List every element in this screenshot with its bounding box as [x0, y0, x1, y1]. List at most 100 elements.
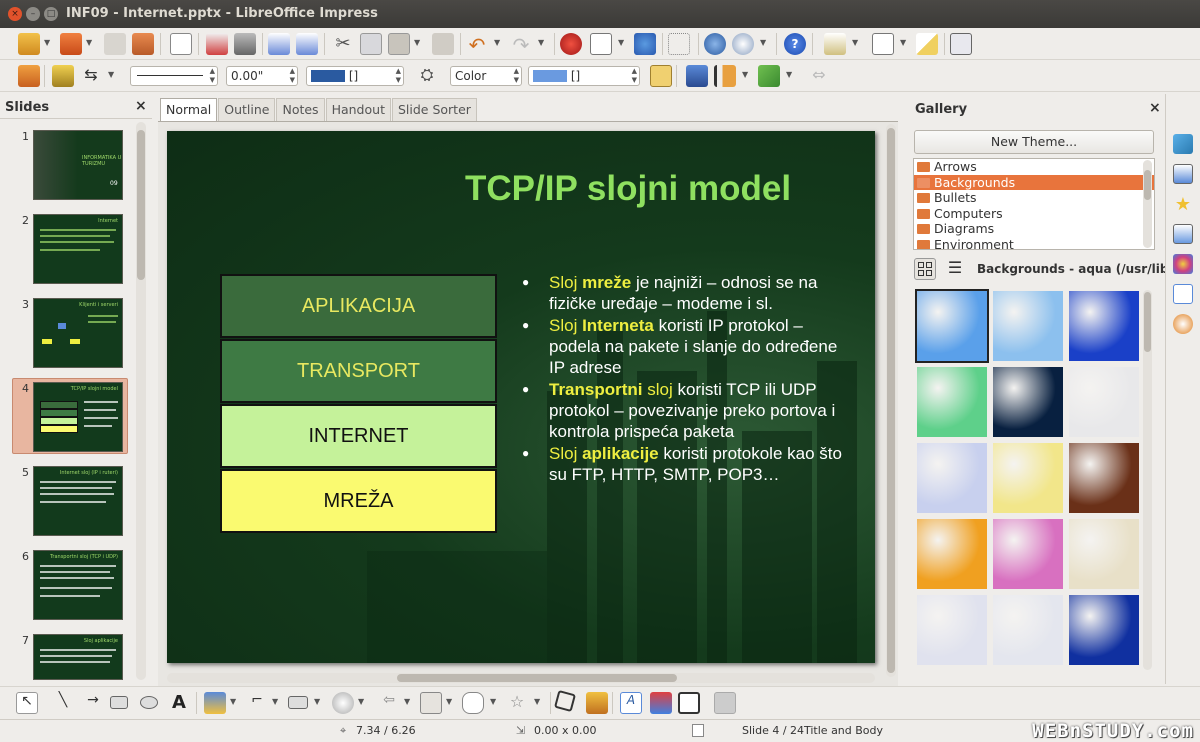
undo-icon[interactable]: ↶ — [466, 33, 488, 57]
line-width-field[interactable]: 0.00" ▲ ▼ — [226, 66, 298, 86]
layer-network[interactable]: MREŽA — [220, 469, 497, 533]
table-icon[interactable] — [590, 33, 612, 55]
theme-item-environment[interactable]: Environment — [914, 237, 1154, 249]
new-document-icon[interactable] — [18, 33, 40, 55]
slide-canvas[interactable]: TCP/IP slojni model APLIKACIJA TRANSPORT… — [167, 131, 875, 663]
theme-item-backgrounds[interactable]: Backgrounds — [914, 174, 1154, 190]
background-swatch[interactable] — [917, 367, 987, 437]
slides-panel-close-button[interactable]: × — [135, 98, 147, 114]
slide-layout-icon[interactable] — [872, 33, 894, 55]
export-icon[interactable] — [132, 33, 154, 55]
navigator-compass-icon[interactable] — [1173, 314, 1193, 334]
rectangle-icon[interactable] — [110, 696, 128, 709]
editor-vertical-scrollbar[interactable] — [886, 124, 896, 677]
slide-icon[interactable] — [824, 33, 846, 55]
spellcheck-icon[interactable] — [268, 33, 290, 55]
theme-list-scrollbar[interactable] — [1143, 160, 1152, 248]
glue-points-icon[interactable] — [586, 692, 608, 714]
master-slides-icon[interactable] — [1173, 164, 1193, 184]
chart-icon[interactable] — [560, 33, 582, 55]
line-color-select[interactable]: [] ▲ ▼ — [306, 66, 404, 86]
shadow-icon[interactable] — [650, 65, 672, 87]
slide-transition-icon[interactable] — [1173, 224, 1193, 244]
symbol-shapes-icon[interactable] — [332, 692, 354, 714]
editor-hscroll-thumb[interactable] — [397, 674, 677, 682]
zoom-icon[interactable] — [732, 33, 754, 55]
extrusion-icon[interactable] — [678, 692, 700, 714]
slide-body-text[interactable]: Sloj mreže je najniži – odnosi se na fiz… — [522, 272, 857, 486]
callouts-icon[interactable] — [462, 692, 484, 714]
background-swatch[interactable] — [1069, 595, 1139, 665]
layer-transport[interactable]: TRANSPORT — [220, 339, 497, 403]
help-icon[interactable]: ? — [784, 33, 806, 55]
open-folder-icon[interactable] — [60, 33, 82, 55]
tab-slide-sorter[interactable]: Slide Sorter — [391, 98, 477, 122]
theme-list[interactable]: Arrows Backgrounds Bullets Computers Dia… — [913, 158, 1155, 250]
slides-scrollbar[interactable] — [136, 122, 146, 680]
rotate-icon[interactable] — [686, 65, 708, 87]
copy-icon[interactable] — [360, 33, 382, 55]
slide-thumbnail-4[interactable]: TCP/IP slojni model — [33, 382, 123, 452]
print-icon[interactable] — [234, 33, 256, 55]
points-icon[interactable] — [553, 689, 577, 713]
area-color-select[interactable]: [] ▲ ▼ — [528, 66, 640, 86]
layer-internet[interactable]: INTERNET — [220, 404, 497, 468]
gallery-grid-scrollbar-thumb[interactable] — [1144, 292, 1151, 352]
editor-vscroll-thumb[interactable] — [887, 128, 895, 673]
arrange-icon[interactable] — [758, 65, 780, 87]
save-icon[interactable] — [104, 33, 126, 55]
text-tool-icon[interactable]: A — [168, 692, 190, 714]
background-swatch[interactable] — [993, 595, 1063, 665]
connector-icon[interactable]: ⌐ — [246, 692, 268, 714]
background-swatch[interactable] — [993, 443, 1063, 513]
editor-horizontal-scrollbar[interactable] — [167, 673, 875, 683]
theme-item-arrows[interactable]: Arrows — [914, 159, 1154, 175]
slide-title[interactable]: TCP/IP slojni model — [465, 169, 791, 209]
grid-icon[interactable] — [668, 33, 690, 55]
area-icon[interactable]: ⛭ — [416, 65, 438, 87]
background-swatch[interactable] — [1069, 443, 1139, 513]
slide-thumbnail-1[interactable]: INFORMATIKA U TURIZMU 09 — [33, 130, 123, 200]
styles-icon[interactable] — [18, 65, 40, 87]
theme-item-diagrams[interactable]: Diagrams — [914, 221, 1154, 237]
fontwork-icon[interactable]: A — [620, 692, 642, 714]
new-theme-button[interactable]: New Theme... — [914, 130, 1154, 154]
background-swatch[interactable] — [915, 289, 989, 363]
paste-icon[interactable] — [388, 33, 410, 55]
properties-icon[interactable] — [1173, 134, 1193, 154]
background-swatch[interactable] — [993, 519, 1063, 589]
arrow-style-icon[interactable]: ⇆ — [80, 65, 102, 87]
gallery-grid-scrollbar[interactable] — [1143, 290, 1152, 670]
cut-icon[interactable]: ✂ — [332, 33, 354, 55]
line-icon[interactable] — [52, 65, 74, 87]
slide-thumbnail-5[interactable]: Internet sloj (IP i ruteri) — [33, 466, 123, 536]
background-swatch[interactable] — [1069, 519, 1139, 589]
navigator-icon[interactable] — [704, 33, 726, 55]
slideshow-icon[interactable] — [950, 33, 972, 55]
animation-icon[interactable] — [1173, 254, 1193, 274]
gallery-icon[interactable] — [1173, 284, 1193, 304]
select-pointer-icon[interactable]: ↖ — [16, 692, 38, 714]
background-swatch[interactable] — [993, 367, 1063, 437]
background-swatch[interactable] — [917, 443, 987, 513]
export-pdf-icon[interactable] — [206, 33, 228, 55]
autospellcheck-icon[interactable] — [296, 33, 318, 55]
slide-thumbnail-2[interactable]: Internet — [33, 214, 123, 284]
gallery-close-button[interactable]: × — [1149, 100, 1161, 116]
line-style-select[interactable]: ▲ ▼ — [130, 66, 218, 86]
slide-thumbnail-6[interactable]: Transportni sloj (TCP i UDP) — [33, 550, 123, 620]
theme-item-bullets[interactable]: Bullets — [914, 190, 1154, 206]
tab-notes[interactable]: Notes — [276, 98, 325, 122]
close-window-button[interactable]: × — [8, 7, 22, 21]
arrow-line-icon[interactable]: → — [82, 692, 104, 714]
tab-outline[interactable]: Outline — [218, 98, 276, 122]
tab-normal[interactable]: Normal — [160, 98, 218, 122]
basic-shapes-icon[interactable] — [288, 696, 308, 709]
layer-application[interactable]: APLIKACIJA — [220, 274, 497, 338]
align-icon[interactable] — [714, 65, 736, 87]
slide-thumbnail-7[interactable]: Sloj aplikacije — [33, 634, 123, 680]
toggle-extrusion-icon[interactable] — [714, 692, 736, 714]
icon-view-icon[interactable] — [914, 258, 936, 280]
block-arrows-icon[interactable]: ⇦ — [378, 692, 400, 714]
theme-list-scrollbar-thumb[interactable] — [1144, 170, 1151, 200]
